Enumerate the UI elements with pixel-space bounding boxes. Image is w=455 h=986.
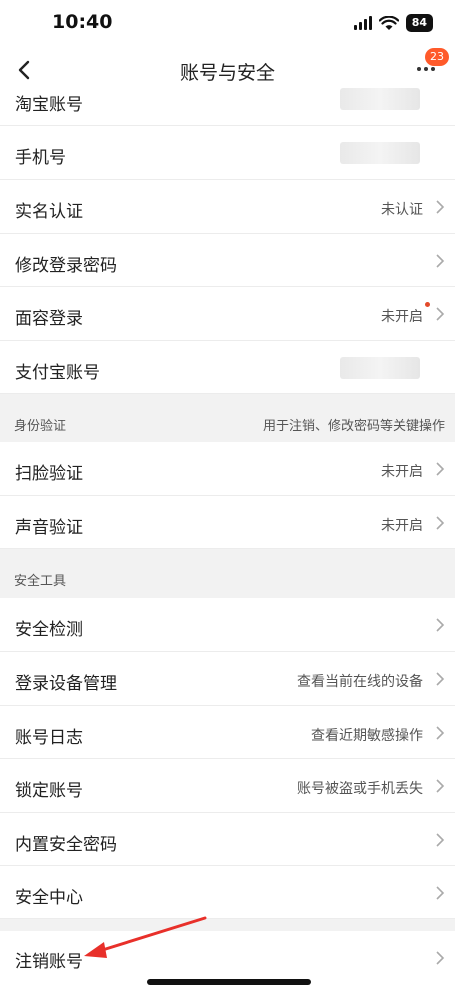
page-title: 账号与安全 [179,62,275,84]
chevron-right-icon [436,516,445,530]
redacted-value [340,357,420,379]
section-title: 身份验证 [14,419,67,434]
list-item-change-password[interactable]: 修改登录密码 [0,234,455,287]
nav-bar: 账号与安全 23 [0,48,455,92]
row-label: 淘宝账号 [15,95,83,115]
list-item-security-center[interactable]: 安全中心 [0,866,455,919]
battery-icon: 84 [405,14,433,32]
list-item-builtin-password[interactable]: 内置安全密码 [0,813,455,866]
section-title: 安全工具 [14,574,67,589]
list-item-phone[interactable]: 手机号 [0,126,455,180]
row-label: 面容登录 [15,309,83,329]
wifi-icon [378,15,399,30]
more-icon [417,67,435,71]
chevron-right-icon [436,618,445,632]
chevron-right-icon [436,462,445,476]
row-label: 安全检测 [15,620,83,640]
row-label: 内置安全密码 [15,835,117,855]
chevron-right-icon [436,200,445,214]
row-value: 未开启 [381,518,423,534]
red-dot-indicator [425,302,430,307]
chevron-right-icon [436,779,445,793]
row-label: 账号日志 [15,728,83,748]
row-value: 未开启 [381,464,423,480]
status-icons: 84 [353,14,433,32]
list-item-taobao-account[interactable]: 淘宝账号 [0,88,455,126]
redacted-value [340,88,420,110]
chevron-right-icon [436,307,445,321]
list-item-security-check[interactable]: 安全检测 [0,598,455,652]
chevron-right-icon [436,951,445,965]
row-label: 声音验证 [15,518,83,538]
row-label: 手机号 [15,148,66,168]
section-header-tools: 安全工具 [0,549,455,598]
list-item-face-login[interactable]: 面容登录 未开启 [0,287,455,341]
list-item-realname[interactable]: 实名认证 未认证 [0,180,455,234]
list-item-alipay-account[interactable]: 支付宝账号 [0,341,455,394]
row-label: 修改登录密码 [15,256,117,276]
row-value: 未开启 [381,309,423,325]
list-item-voice-verify[interactable]: 声音验证 未开启 [0,496,455,549]
list-item-account-log[interactable]: 账号日志 查看近期敏感操作 [0,706,455,759]
notification-badge: 23 [425,48,449,66]
row-value: 未认证 [381,202,423,218]
status-time: 10:40 [52,11,113,33]
section-header-identity: 身份验证 用于注销、修改密码等关键操作 [0,394,455,442]
list-item-device-management[interactable]: 登录设备管理 查看当前在线的设备 [0,652,455,706]
row-label: 支付宝账号 [15,363,100,383]
chevron-right-icon [436,672,445,686]
more-button[interactable]: 23 [415,48,449,88]
row-value: 查看当前在线的设备 [297,674,423,690]
chevron-right-icon [436,833,445,847]
chevron-right-icon [436,886,445,900]
row-label: 锁定账号 [15,781,83,801]
row-value: 查看近期敏感操作 [311,728,423,744]
annotation-arrow-icon [84,916,207,958]
list-item-lock-account[interactable]: 锁定账号 账号被盗或手机丢失 [0,759,455,813]
row-label: 扫脸验证 [15,464,83,484]
redacted-value [340,142,420,164]
row-label: 实名认证 [15,202,83,222]
row-label: 安全中心 [15,888,83,908]
chevron-right-icon [436,254,445,268]
section-note: 用于注销、修改密码等关键操作 [262,419,445,434]
list-item-face-verify[interactable]: 扫脸验证 未开启 [0,442,455,496]
signal-icon [353,16,372,30]
status-bar: 10:40 84 [0,0,455,48]
chevron-right-icon [436,726,445,740]
row-value: 账号被盗或手机丢失 [297,781,423,797]
home-indicator [147,979,311,985]
row-label: 登录设备管理 [15,674,117,694]
